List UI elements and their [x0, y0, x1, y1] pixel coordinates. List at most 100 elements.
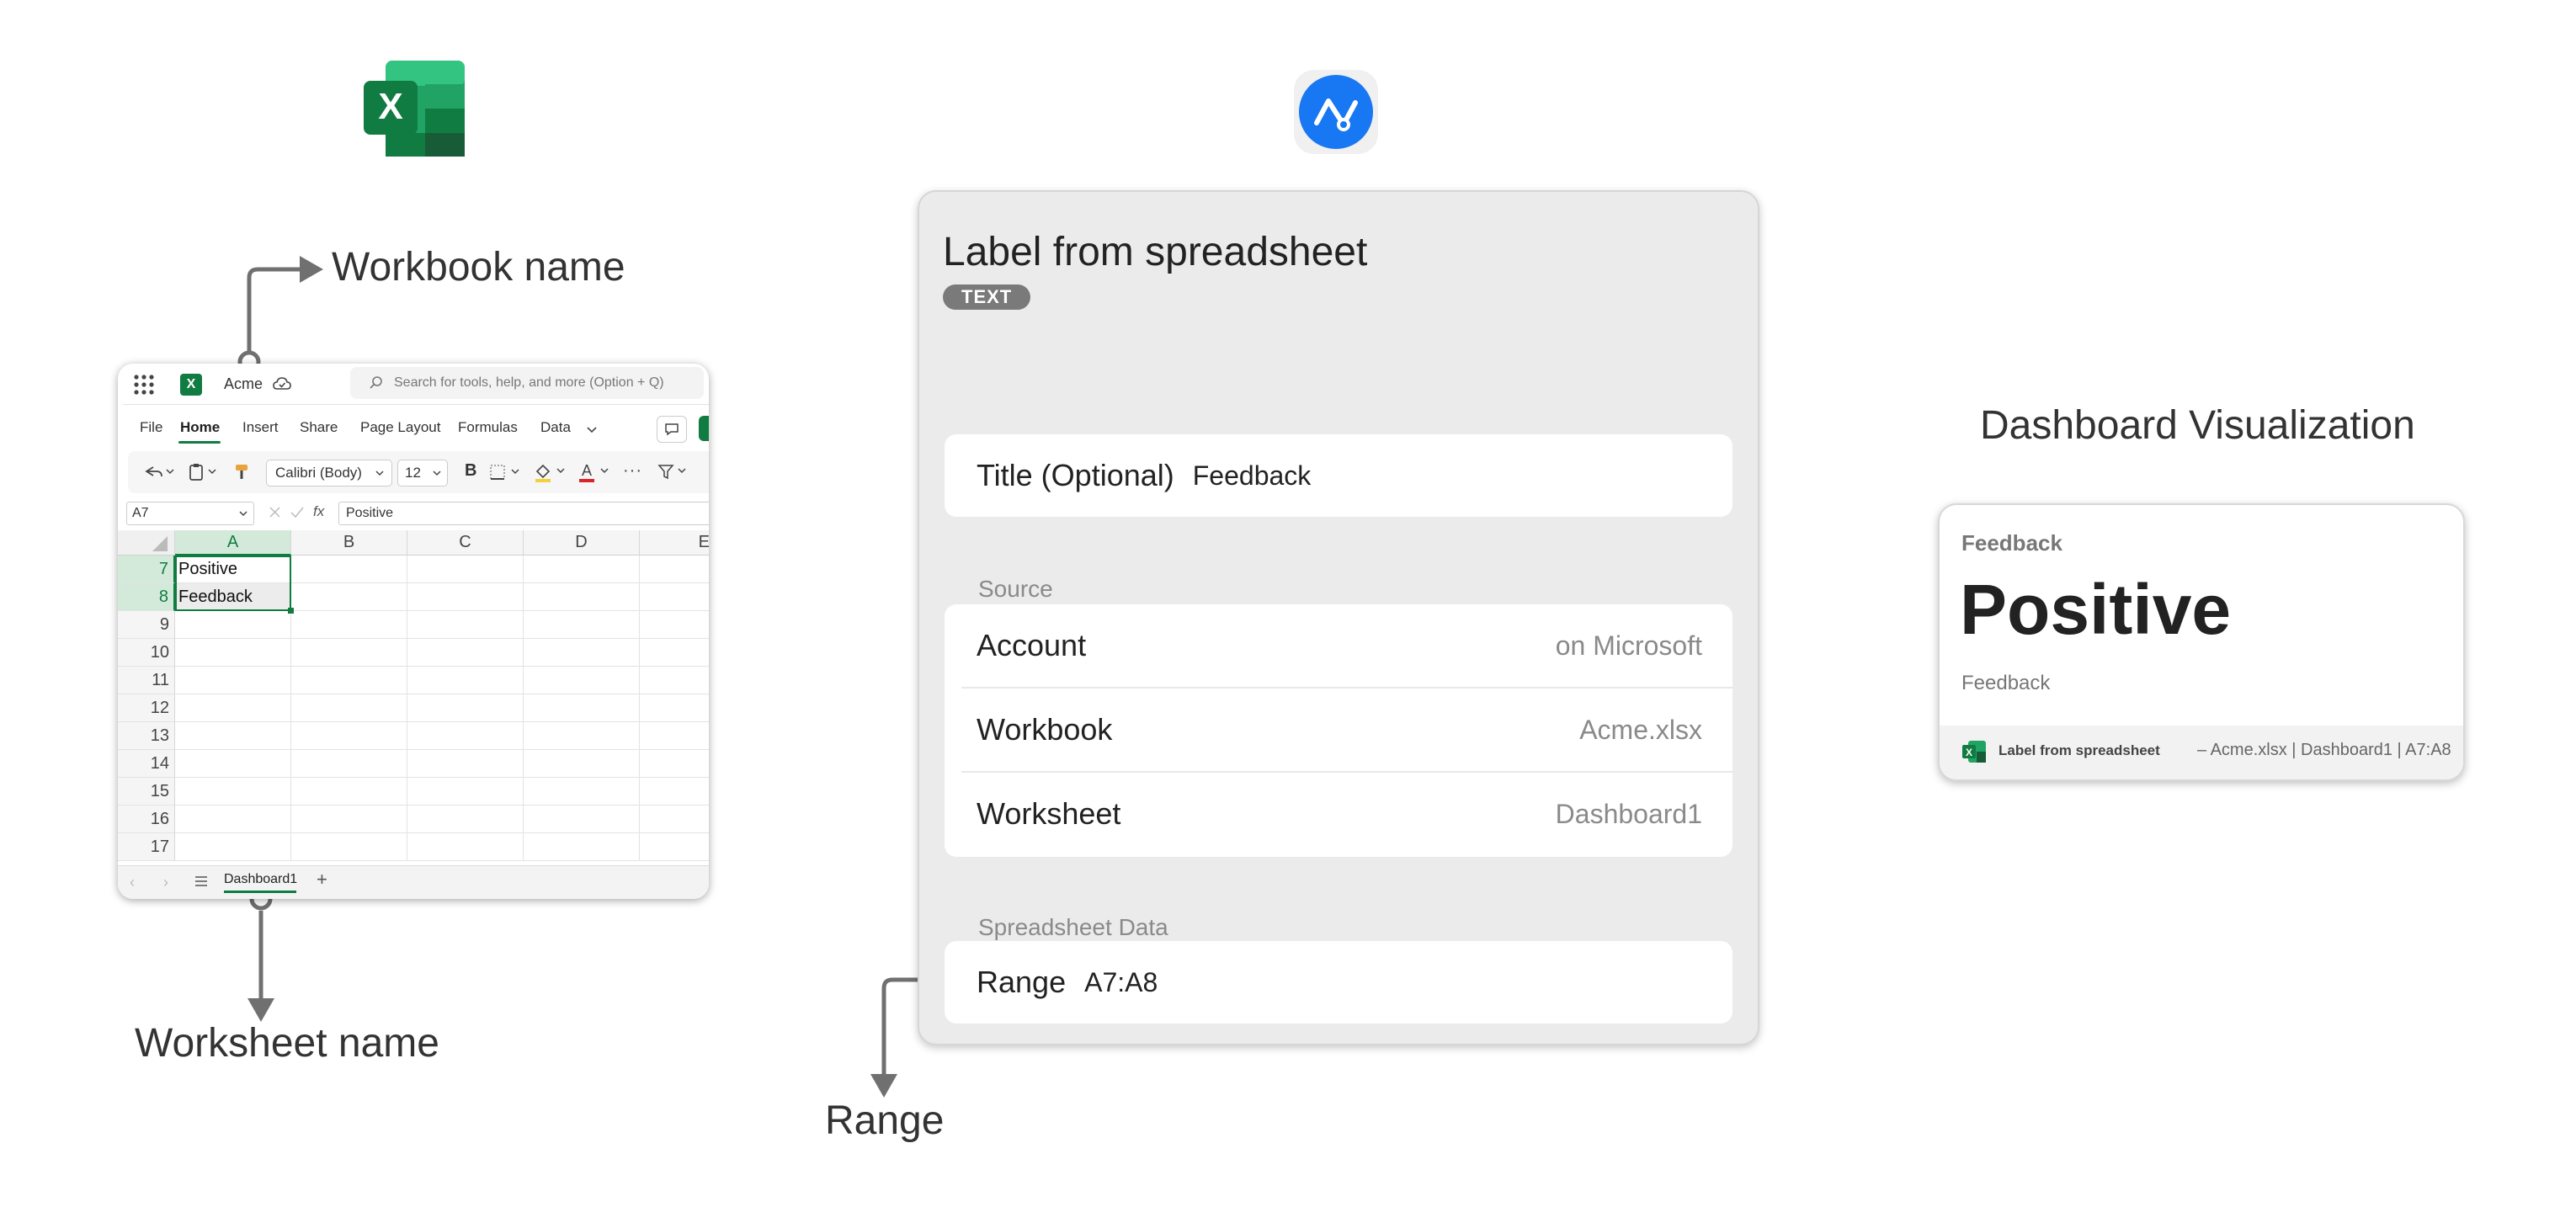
- column-header-c[interactable]: C: [407, 530, 524, 556]
- workbook-row[interactable]: Workbook Acme.xlsx: [945, 689, 1732, 771]
- grid-cell[interactable]: [640, 750, 709, 778]
- title-field-value[interactable]: Feedback: [1193, 460, 1312, 492]
- grid-cell[interactable]: [407, 694, 524, 722]
- column-header-b[interactable]: B: [291, 530, 407, 556]
- formula-input[interactable]: Positive: [338, 502, 709, 525]
- grid-cell[interactable]: [175, 833, 291, 861]
- grid-cell[interactable]: [407, 611, 524, 639]
- grid-cell[interactable]: [407, 639, 524, 667]
- tab-page-layout[interactable]: Page Layout: [360, 419, 440, 436]
- tab-home[interactable]: Home: [180, 419, 220, 436]
- grid-cell[interactable]: [524, 556, 640, 583]
- insert-function-icon[interactable]: fx: [313, 503, 324, 520]
- grid-cell[interactable]: [407, 833, 524, 861]
- grid-cell[interactable]: [175, 694, 291, 722]
- grid-cell[interactable]: [175, 611, 291, 639]
- grid-cell[interactable]: [640, 722, 709, 750]
- grid-cell[interactable]: [175, 667, 291, 694]
- grid-cell[interactable]: [407, 556, 524, 583]
- grid-cell[interactable]: [407, 750, 524, 778]
- grid-cell[interactable]: [524, 639, 640, 667]
- row-header[interactable]: 12: [118, 694, 175, 722]
- grid-cell[interactable]: [640, 806, 709, 833]
- grid-cell[interactable]: [291, 722, 407, 750]
- font-color-icon[interactable]: A: [577, 461, 615, 483]
- grid-cell[interactable]: [291, 833, 407, 861]
- grid-cell[interactable]: [175, 778, 291, 806]
- grid-cell[interactable]: [291, 806, 407, 833]
- grid-cell[interactable]: [640, 556, 709, 583]
- grid-cell[interactable]: [291, 583, 407, 611]
- grid-cell[interactable]: [640, 778, 709, 806]
- grid-cell[interactable]: [407, 806, 524, 833]
- add-sheet-button[interactable]: +: [317, 869, 327, 891]
- grid-cell[interactable]: [640, 611, 709, 639]
- grid-cell[interactable]: [524, 583, 640, 611]
- tab-formulas[interactable]: Formulas: [458, 419, 518, 436]
- cancel-entry-icon[interactable]: [266, 503, 288, 522]
- grid-cell[interactable]: [524, 750, 640, 778]
- grid-cell[interactable]: [640, 667, 709, 694]
- sheet-tab-dashboard1[interactable]: Dashboard1: [224, 872, 297, 887]
- grid-cell[interactable]: [407, 722, 524, 750]
- row-header[interactable]: 7: [118, 556, 175, 583]
- column-header-d[interactable]: D: [524, 530, 640, 556]
- row-header[interactable]: 9: [118, 611, 175, 639]
- row-header[interactable]: 10: [118, 639, 175, 667]
- sort-filter-icon[interactable]: [657, 461, 690, 483]
- more-options-icon[interactable]: ···: [623, 461, 642, 481]
- worksheet-row[interactable]: Worksheet Dashboard1: [945, 773, 1732, 855]
- name-box[interactable]: A7: [126, 502, 254, 525]
- fill-color-icon[interactable]: [534, 461, 571, 483]
- grid-cell[interactable]: [524, 778, 640, 806]
- confirm-entry-icon[interactable]: [288, 503, 308, 522]
- row-header[interactable]: 11: [118, 667, 175, 694]
- grid-cell[interactable]: [291, 667, 407, 694]
- grid-cell[interactable]: [175, 806, 291, 833]
- font-size-select[interactable]: 12: [397, 460, 448, 487]
- row-header[interactable]: 14: [118, 750, 175, 778]
- search-box[interactable]: Search for tools, help, and more (Option…: [350, 367, 704, 399]
- grid-cell[interactable]: [291, 639, 407, 667]
- column-header-a[interactable]: A: [175, 530, 291, 556]
- more-tabs-chevron-icon[interactable]: [586, 423, 598, 434]
- grid-cell[interactable]: [407, 583, 524, 611]
- row-header[interactable]: 8: [118, 583, 175, 611]
- grid-cell[interactable]: [524, 833, 640, 861]
- clipboard-icon[interactable]: [187, 463, 221, 481]
- all-sheets-menu-icon[interactable]: [194, 874, 209, 889]
- workbook-title[interactable]: Acme: [224, 375, 263, 393]
- select-all-corner[interactable]: [118, 530, 175, 556]
- grid-cell[interactable]: [407, 667, 524, 694]
- grid-cell[interactable]: [524, 667, 640, 694]
- grid-cell[interactable]: [407, 778, 524, 806]
- grid-cell[interactable]: [640, 639, 709, 667]
- grid-cell[interactable]: [524, 722, 640, 750]
- share-button[interactable]: [699, 416, 709, 441]
- tab-data[interactable]: Data: [540, 419, 571, 436]
- cloud-saved-icon[interactable]: [273, 375, 291, 394]
- app-launcher-icon[interactable]: [133, 374, 155, 396]
- grid-cell[interactable]: [524, 694, 640, 722]
- fill-handle[interactable]: [288, 608, 294, 614]
- grid-cell[interactable]: [175, 639, 291, 667]
- format-painter-icon[interactable]: [232, 463, 251, 481]
- grid-cell[interactable]: [524, 806, 640, 833]
- borders-icon[interactable]: [488, 463, 525, 481]
- grid-cell[interactable]: [640, 583, 709, 611]
- prev-sheet-icon[interactable]: ‹: [130, 874, 135, 891]
- bold-button[interactable]: B: [465, 461, 476, 481]
- grid-cell[interactable]: [291, 694, 407, 722]
- row-header[interactable]: 16: [118, 806, 175, 833]
- grid-cell[interactable]: [640, 833, 709, 861]
- row-header[interactable]: 13: [118, 722, 175, 750]
- grid-cell[interactable]: [291, 611, 407, 639]
- grid-cell[interactable]: [640, 694, 709, 722]
- range-field[interactable]: Range A7:A8: [945, 941, 1732, 1024]
- grid-cell[interactable]: [291, 556, 407, 583]
- tab-share[interactable]: Share: [300, 419, 338, 436]
- grid-cell[interactable]: [175, 722, 291, 750]
- account-row[interactable]: Account on Microsoft: [945, 604, 1732, 687]
- title-field[interactable]: Title (Optional) Feedback: [945, 434, 1732, 517]
- grid-cell[interactable]: [524, 611, 640, 639]
